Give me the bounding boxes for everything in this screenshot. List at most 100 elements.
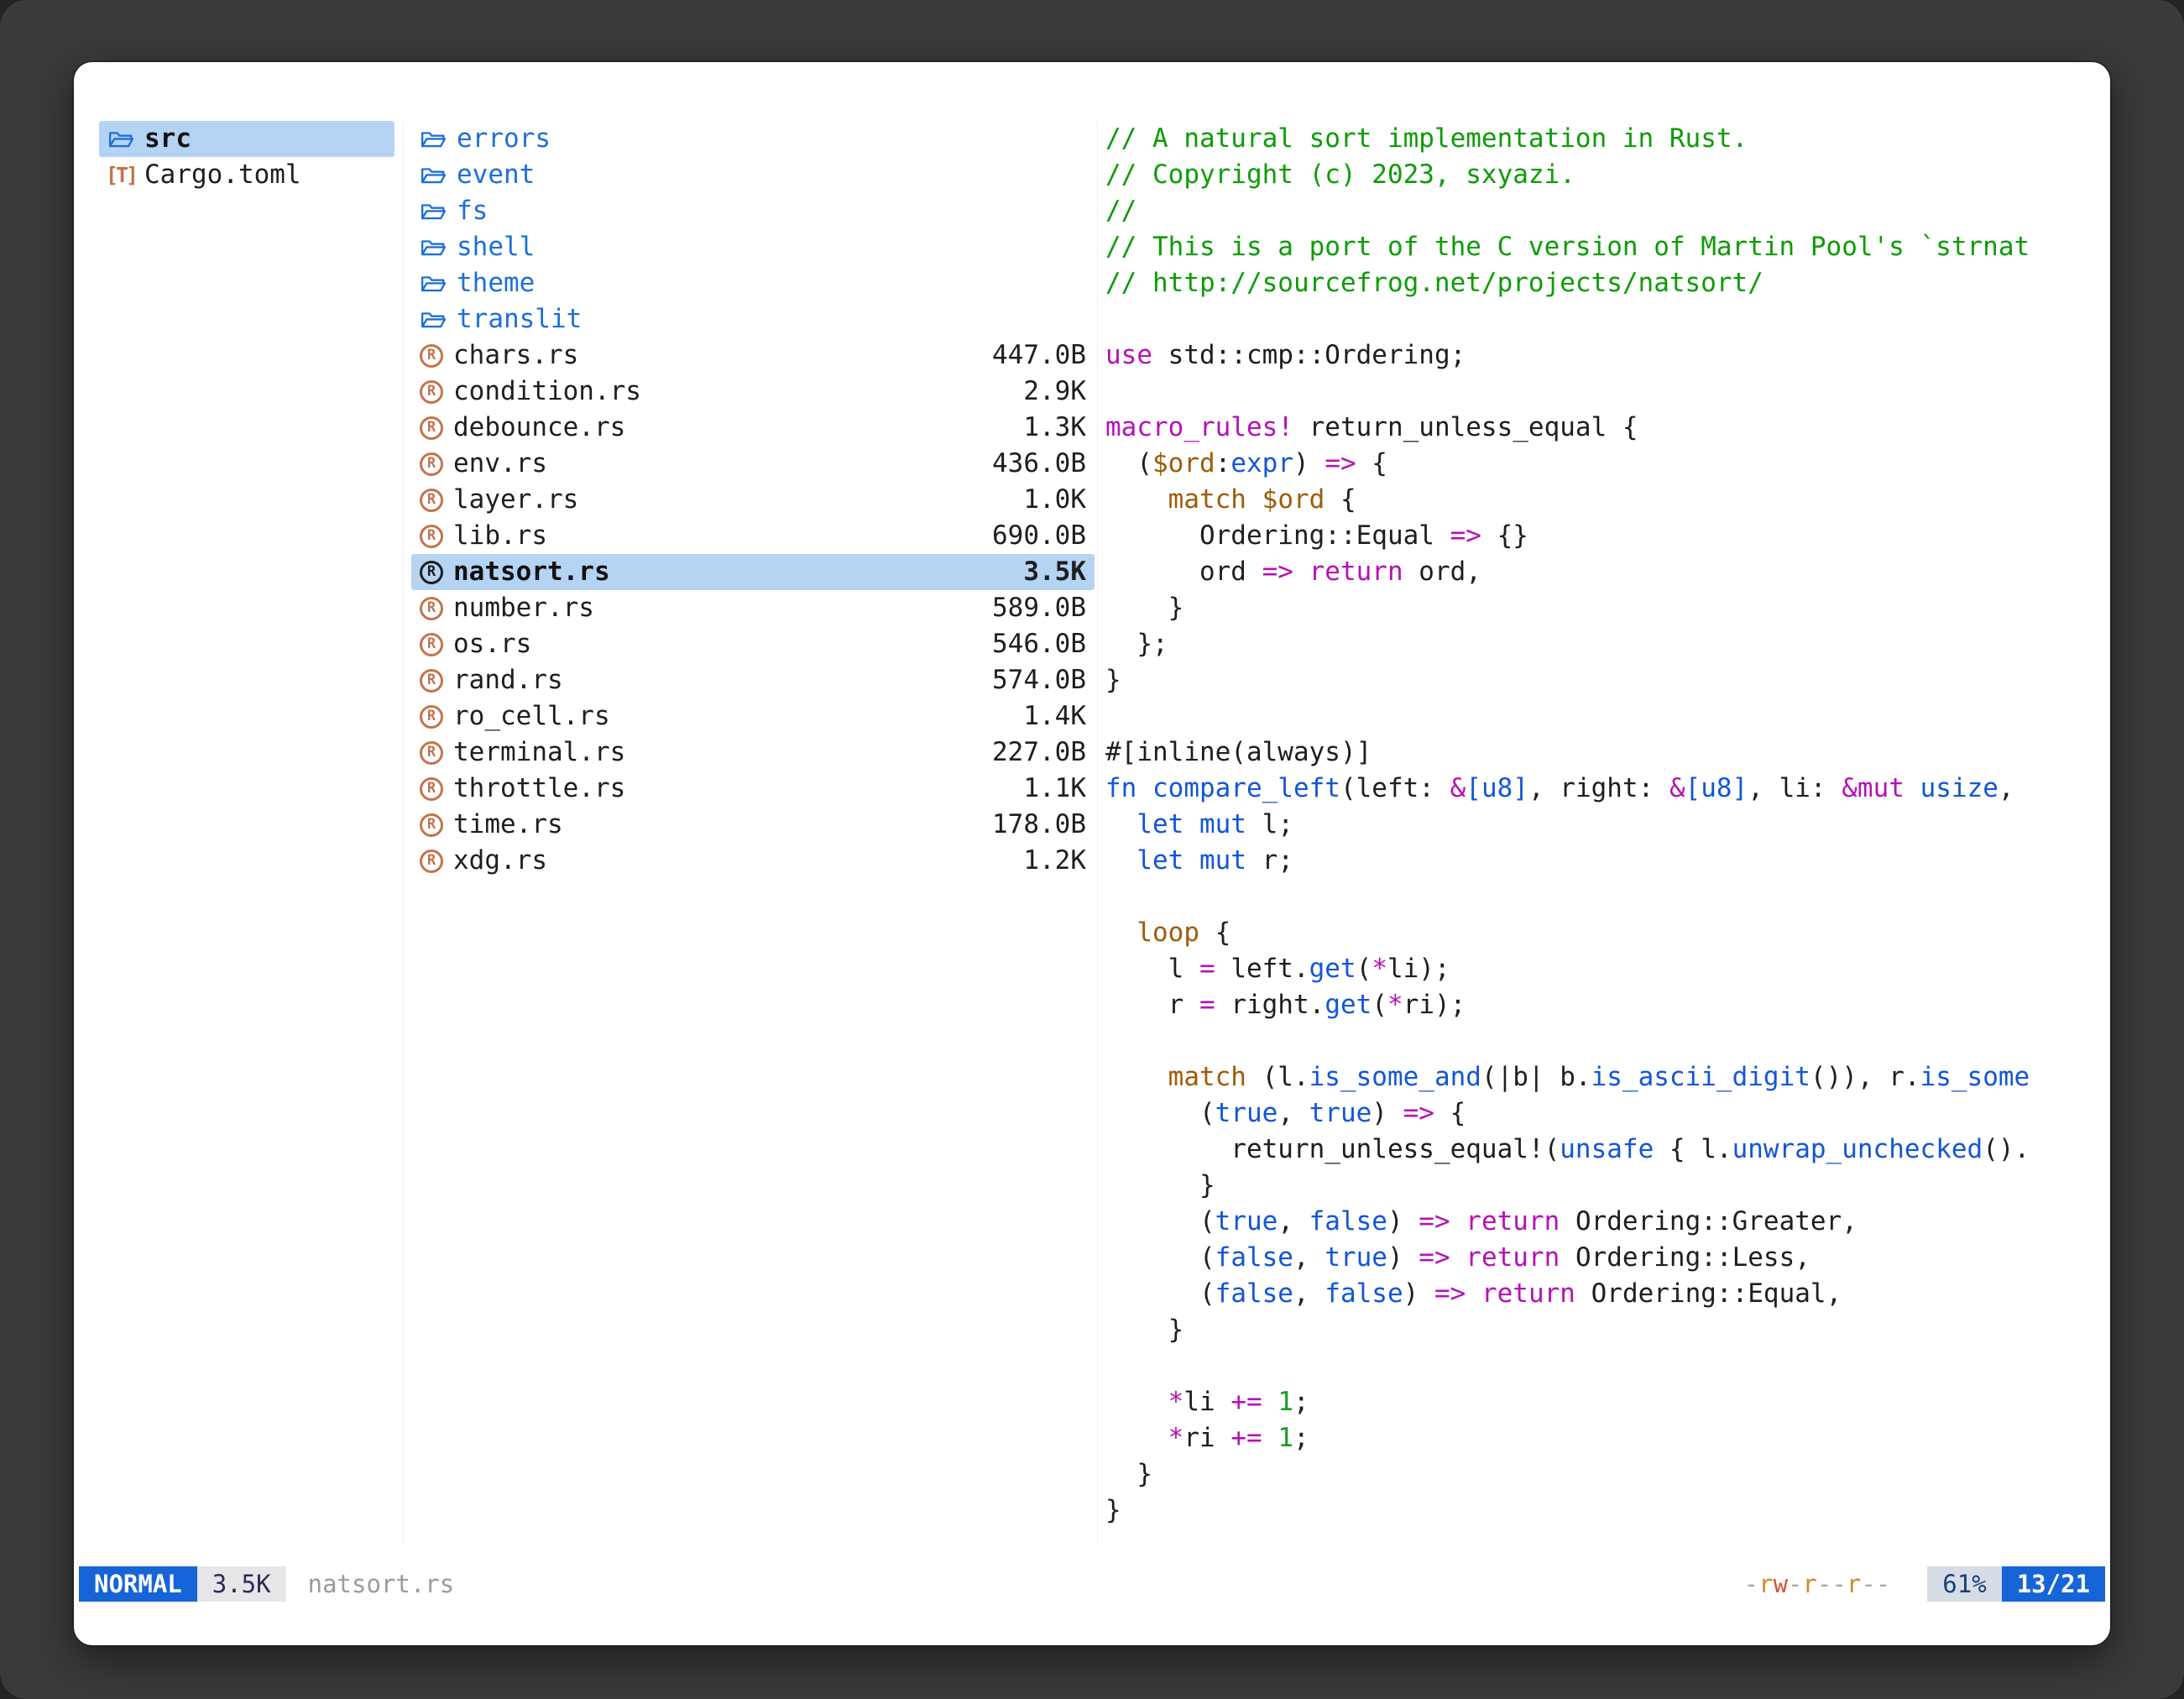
code-token: } (1105, 1170, 1215, 1200)
code-line: (true, true) => { (1105, 1095, 2079, 1132)
file-item-time-rs[interactable]: Rtime.rs178.0B (411, 807, 1095, 843)
code-token: ) (1387, 1242, 1419, 1273)
status-bar: NORMAL 3.5K natsort.rs -rw-r--r-- 61% 13… (79, 1566, 2105, 1602)
code-token: true (1215, 1206, 1278, 1236)
code-token: [u8] (1466, 773, 1528, 803)
file-item-errors[interactable]: errors (411, 121, 1095, 157)
code-token: } (1105, 1459, 1152, 1489)
file-item-layer-rs[interactable]: Rlayer.rs1.0K (411, 482, 1095, 518)
code-token: 1 (1277, 1423, 1293, 1453)
code-token: , right: (1528, 773, 1669, 803)
code-token: }; (1105, 629, 1168, 659)
code-token: return (1309, 557, 1403, 587)
file-name: lib.rs (453, 518, 547, 554)
code-token (1105, 809, 1136, 839)
code-token: let (1136, 809, 1183, 839)
file-item-natsort-rs[interactable]: Rnatsort.rs3.5K (411, 554, 1095, 590)
code-token: & (1669, 773, 1685, 803)
file-item-env-rs[interactable]: Renv.rs436.0B (411, 446, 1095, 482)
code-token: r; (1246, 845, 1293, 876)
file-size: 1.4K (1023, 698, 1086, 734)
file-item-translit[interactable]: translit (411, 301, 1095, 337)
code-token: // Copyright (c) 2023, sxyazi. (1105, 159, 1575, 190)
code-token: , (1293, 1242, 1325, 1273)
code-token: right. (1215, 990, 1325, 1020)
permissions-text: -rw-r--r-- (1744, 1566, 1891, 1602)
file-item-terminal-rs[interactable]: Rterminal.rs227.0B (411, 734, 1095, 771)
code-line: } (1105, 590, 2079, 626)
file-size: 447.0B (992, 337, 1086, 374)
code-line (1105, 374, 2079, 410)
code-line: // A natural sort implementation in Rust… (1105, 121, 2079, 157)
parent-item-src[interactable]: src (99, 121, 394, 157)
code-token: is_some_and (1309, 1062, 1481, 1092)
code-token: } (1105, 1495, 1121, 1525)
file-item-condition-rs[interactable]: Rcondition.rs2.9K (411, 374, 1095, 410)
folder-open-icon (107, 126, 134, 153)
file-item-theme[interactable]: theme (411, 265, 1095, 301)
file-size: 589.0B (992, 590, 1086, 626)
code-token: true (1215, 1098, 1278, 1128)
file-item-event[interactable]: event (411, 157, 1095, 193)
file-item-rand-rs[interactable]: Rrand.rs574.0B (411, 662, 1095, 698)
file-item-xdg-rs[interactable]: Rxdg.rs1.2K (411, 843, 1095, 879)
code-token: let (1136, 845, 1183, 876)
code-token: } (1105, 593, 1183, 623)
code-line: // (1105, 193, 2079, 229)
file-item-debounce-rs[interactable]: Rdebounce.rs1.3K (411, 410, 1095, 446)
rust-file-icon: R (420, 561, 443, 584)
file-name: throttle.rs (453, 771, 625, 807)
code-token: unsafe (1560, 1134, 1654, 1164)
code-token: ( (1105, 1098, 1215, 1128)
code-token (1293, 557, 1309, 587)
code-token (1466, 1278, 1481, 1309)
code-token: unwrap_unchecked (1732, 1134, 1983, 1164)
file-item-number-rs[interactable]: Rnumber.rs589.0B (411, 590, 1095, 626)
code-token: true (1309, 1098, 1372, 1128)
file-name: number.rs (453, 590, 594, 626)
file-name: shell (457, 229, 535, 265)
mode-badge: NORMAL (79, 1566, 197, 1602)
code-token (1183, 845, 1199, 876)
file-name: event (457, 157, 535, 193)
file-item-os-rs[interactable]: Ros.rs546.0B (411, 626, 1095, 662)
code-token: ( (1105, 1242, 1215, 1273)
code-line: l = left.get(*li); (1105, 951, 2079, 987)
file-item-fs[interactable]: fs (411, 193, 1095, 229)
code-token (1262, 1423, 1278, 1453)
file-size: 178.0B (992, 807, 1086, 843)
code-token: Ordering::Equal (1105, 520, 1450, 551)
current-directory-pane: errorseventfsshellthemetranslitRchars.rs… (411, 121, 1095, 879)
code-token: #[inline(always)] (1105, 737, 1372, 767)
code-token: = (1199, 990, 1215, 1020)
code-token: { (1325, 484, 1356, 515)
folder-open-icon (420, 234, 447, 261)
rust-file-icon: R (420, 669, 443, 693)
folder-open-icon (420, 306, 447, 333)
file-item-shell[interactable]: shell (411, 229, 1095, 265)
file-name: fs (457, 193, 488, 229)
parent-item-cargo-toml[interactable]: [T]Cargo.toml (99, 157, 394, 193)
code-token: * (1168, 1387, 1184, 1417)
file-item-throttle-rs[interactable]: Rthrottle.rs1.1K (411, 771, 1095, 807)
status-right: -rw-r--r-- 61% 13/21 (1744, 1566, 2105, 1602)
code-token: (left: (1340, 773, 1450, 803)
code-token: = (1199, 954, 1215, 984)
rust-file-icon: R (420, 452, 443, 476)
code-line: macro_rules! return_unless_equal { (1105, 410, 2079, 446)
status-left: NORMAL 3.5K natsort.rs (79, 1566, 454, 1602)
code-token: , (1277, 1206, 1309, 1236)
code-line: *li += 1; (1105, 1384, 2079, 1420)
code-token (1450, 1206, 1466, 1236)
code-token: get (1309, 954, 1356, 984)
file-item-lib-rs[interactable]: Rlib.rs690.0B (411, 518, 1095, 554)
file-item-chars-rs[interactable]: Rchars.rs447.0B (411, 337, 1095, 374)
file-name: Cargo.toml (144, 157, 301, 193)
file-name: terminal.rs (453, 734, 625, 771)
code-line (1105, 1023, 2079, 1059)
code-token (1904, 773, 1920, 803)
file-item-ro-cell-rs[interactable]: Rro_cell.rs1.4K (411, 698, 1095, 734)
file-preview-pane: // A natural sort implementation in Rust… (1105, 121, 2079, 1529)
yazi-window: src[T]Cargo.toml errorseventfsshelltheme… (74, 62, 2110, 1645)
rust-file-icon: R (420, 380, 443, 404)
